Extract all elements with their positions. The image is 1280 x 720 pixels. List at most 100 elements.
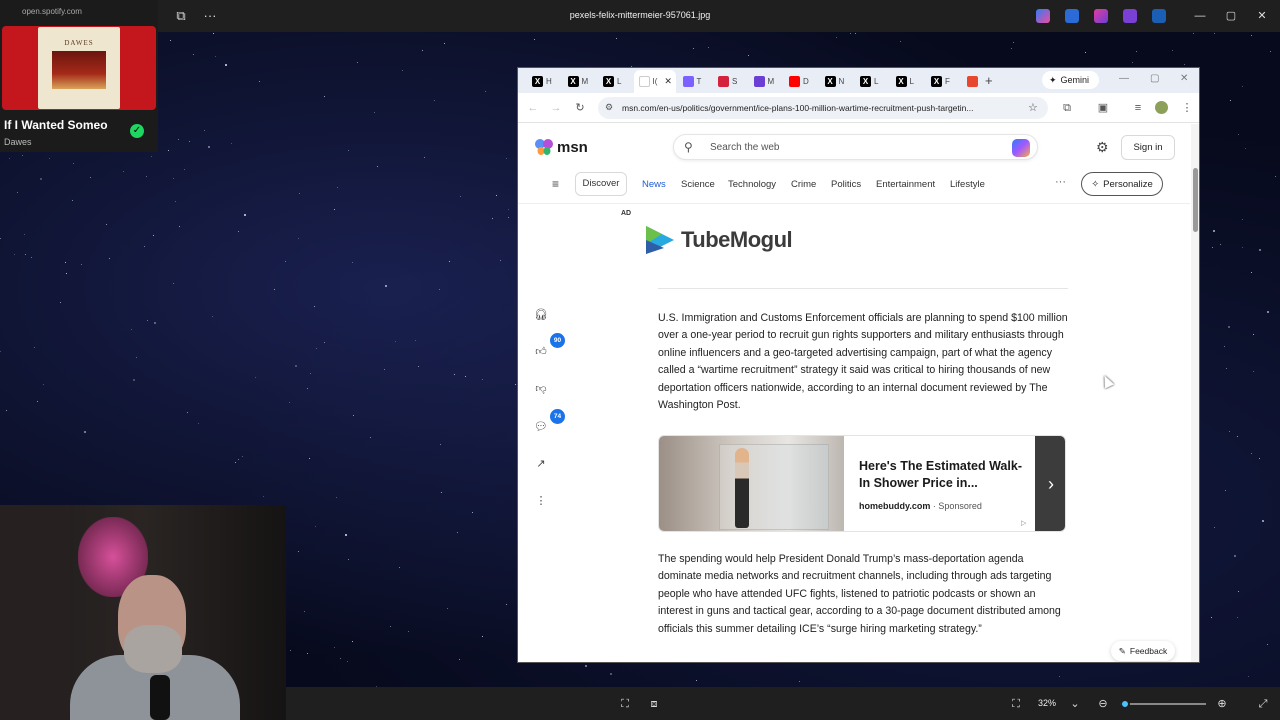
zoom-out-icon[interactable]: ⊖: [1096, 697, 1110, 711]
forward-icon[interactable]: →: [549, 101, 563, 115]
sign-in-button[interactable]: Sign in: [1121, 135, 1175, 160]
maximize-icon[interactable]: ▢: [1223, 8, 1239, 24]
saved-check-icon[interactable]: ✓: [130, 124, 144, 138]
tab-close-icon[interactable]: ✕: [664, 76, 672, 87]
browser-tab[interactable]: XL: [891, 72, 924, 90]
fit-to-window-icon[interactable]: ⛶: [1009, 697, 1023, 711]
browser-tab[interactable]: D: [784, 72, 817, 90]
browser-menu-icon[interactable]: ⋮: [1180, 101, 1194, 115]
zoom-slider-thumb[interactable]: [1120, 699, 1131, 709]
fullscreen-icon[interactable]: ⤢: [1256, 697, 1270, 711]
nav-entertainment[interactable]: Entertainment: [876, 179, 935, 190]
designer-app-icon[interactable]: [1065, 9, 1079, 23]
star: [508, 209, 509, 210]
browser-maximize-icon[interactable]: ▢: [1150, 73, 1159, 84]
nav-discover[interactable]: Discover: [575, 172, 627, 196]
search-box[interactable]: ⚲ Search the web: [673, 134, 1038, 160]
extensions-icon[interactable]: ⧉: [1060, 101, 1074, 115]
browser-tab[interactable]: S: [713, 72, 746, 90]
bookmark-star-icon[interactable]: ☆: [1028, 101, 1038, 114]
browser-tab[interactable]: XH: [527, 72, 560, 90]
feedback-button[interactable]: ✎ Feedback: [1111, 641, 1175, 661]
msn-logo[interactable]: msn: [534, 138, 588, 156]
album-art-image: [52, 51, 106, 89]
nav-lifestyle[interactable]: Lifestyle: [950, 179, 985, 190]
ad-title[interactable]: Here's The Estimated Walk-In Shower Pric…: [859, 458, 1024, 492]
star: [72, 200, 73, 201]
browser-tab[interactable]: XF: [926, 72, 959, 90]
minimize-icon[interactable]: —: [1192, 8, 1208, 24]
zoom-value[interactable]: 32%: [1038, 698, 1056, 708]
star: [25, 254, 26, 255]
scan-text-icon[interactable]: ⧈: [647, 697, 661, 711]
nav-more[interactable]: ···: [1055, 176, 1066, 188]
thumbs-down-icon[interactable]: 👎︎: [532, 380, 550, 398]
thumbs-up-icon[interactable]: 👍︎: [532, 343, 550, 361]
browser-tab[interactable]: XL: [855, 72, 888, 90]
browser-tab-label: F: [945, 76, 950, 86]
site-info-icon[interactable]: ⚙: [605, 102, 613, 113]
star: [585, 665, 587, 667]
spotify-mini-player[interactable]: open.spotify.com DAWES If I Wanted Someo…: [0, 0, 158, 152]
nav-technology[interactable]: Technology: [728, 179, 776, 190]
adchoices-icon[interactable]: ▷: [1021, 519, 1026, 527]
hamburger-menu-icon[interactable]: ≡: [552, 177, 559, 191]
star: [506, 604, 507, 605]
nav-politics[interactable]: Politics: [831, 179, 861, 190]
personalize-button[interactable]: ✧ Personalize: [1081, 172, 1163, 196]
star: [374, 112, 375, 113]
ad-next-arrow-icon[interactable]: ›: [1035, 436, 1065, 531]
sponsored-ad-card[interactable]: Here's The Estimated Walk-In Shower Pric…: [658, 435, 1066, 532]
address-url[interactable]: msn.com/en-us/politics/government/ice-pl…: [622, 103, 1022, 113]
reload-icon[interactable]: ↻: [573, 101, 587, 115]
share-icon[interactable]: ↗: [532, 455, 550, 473]
star: [693, 48, 694, 49]
browser-minimize-icon[interactable]: —: [1119, 73, 1129, 84]
split-screen-icon[interactable]: ▣: [1096, 101, 1110, 115]
star: [131, 329, 132, 330]
browser-tab[interactable]: XM: [563, 72, 596, 90]
headphones-icon[interactable]: 🎧︎: [532, 306, 550, 324]
star: [616, 38, 617, 39]
clipchamp-app-icon[interactable]: [1094, 9, 1108, 23]
copilot-app-icon[interactable]: [1036, 9, 1050, 23]
back-icon[interactable]: ←: [526, 101, 540, 115]
close-icon[interactable]: ✕: [1254, 8, 1270, 24]
ad-source: homebuddy.com · Sponsored: [859, 501, 982, 511]
browser-tab[interactable]: M: [749, 72, 782, 90]
crop-icon[interactable]: ⛶: [618, 697, 632, 711]
browser-tab[interactable]: I(✕: [633, 70, 676, 93]
tubemogul-ad-banner[interactable]: TubeMogul: [642, 222, 793, 258]
browser-tab[interactable]: XN: [820, 72, 853, 90]
star: [408, 631, 409, 632]
star: [295, 365, 297, 367]
zoom-dropdown-chevron-icon[interactable]: ⌄: [1068, 697, 1082, 711]
nav-crime[interactable]: Crime: [791, 179, 816, 190]
star: [60, 302, 61, 303]
scrollbar-thumb[interactable]: [1193, 168, 1198, 232]
zoom-in-icon[interactable]: ⊕: [1215, 697, 1229, 711]
reading-list-icon[interactable]: ≡: [1131, 101, 1145, 115]
nav-news[interactable]: News: [642, 179, 666, 190]
browser-close-icon[interactable]: ✕: [1180, 73, 1188, 84]
profile-avatar[interactable]: [1155, 101, 1168, 114]
star: [482, 636, 483, 637]
address-bar[interactable]: ⚙ msn.com/en-us/politics/government/ice-…: [598, 97, 1048, 119]
x-logo-icon: X: [860, 75, 871, 87]
copilot-icon[interactable]: [1012, 139, 1030, 157]
nav-science[interactable]: Science: [681, 179, 715, 190]
browser-tab[interactable]: XL: [598, 72, 631, 90]
gemini-button[interactable]: ✦ Gemini: [1042, 71, 1099, 89]
star: [534, 39, 535, 40]
more-vertical-icon[interactable]: ⋮: [532, 492, 550, 510]
media-app-icon[interactable]: [1123, 9, 1137, 23]
page-scrollbar[interactable]: [1191, 124, 1199, 662]
zoom-slider[interactable]: [1120, 699, 1206, 709]
comment-icon[interactable]: 💬︎: [532, 418, 550, 436]
browser-tab[interactable]: T: [678, 72, 711, 90]
star: [40, 178, 42, 180]
new-tab-button[interactable]: +: [985, 73, 993, 88]
cloud-app-icon[interactable]: [1152, 9, 1166, 23]
star: [22, 155, 23, 156]
settings-gear-icon[interactable]: ⚙: [1096, 139, 1109, 156]
